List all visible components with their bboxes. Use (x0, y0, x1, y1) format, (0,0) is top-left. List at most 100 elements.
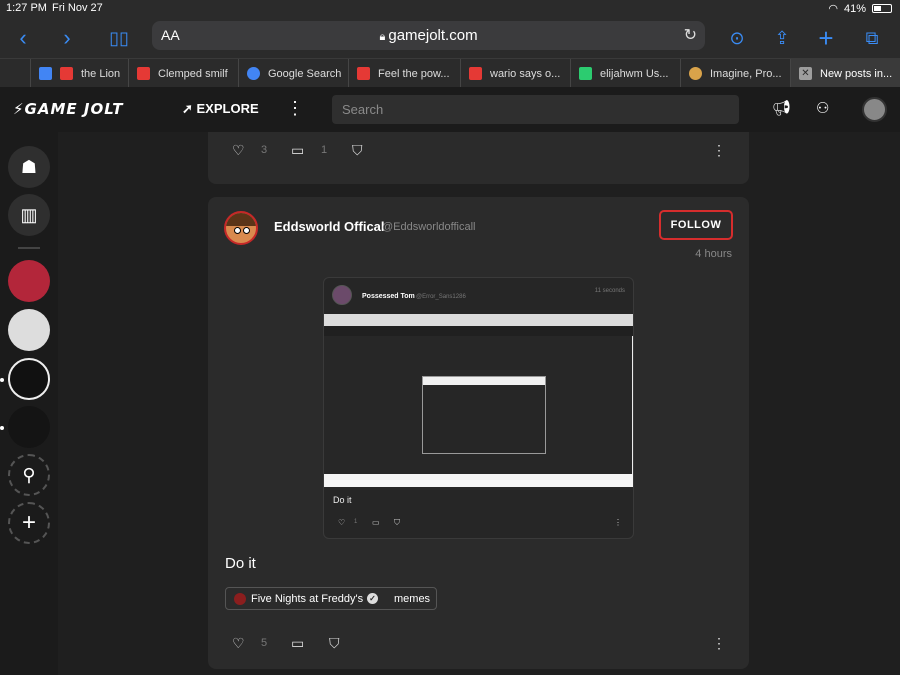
post-card: ♡ 3 ▭ 1 ⛉ ⋮ (208, 132, 749, 184)
author-name[interactable]: Eddsworld Offical (274, 219, 385, 234)
author-handle[interactable]: @Eddsworldofficall (382, 221, 476, 233)
youtube-icon (357, 67, 370, 80)
tab[interactable]: the Lion (30, 59, 128, 88)
sticker-icon[interactable]: ⛉ (329, 635, 340, 652)
status-bar: 1:27 PM Fri Nov 27 ◠ 41% (0, 0, 900, 18)
tag-channel: memes (394, 593, 431, 605)
tab[interactable]: Clemped smilf (128, 59, 238, 88)
tab-bar: the Lion Clemped smilf Google Search Fee… (0, 58, 900, 88)
tab-label: Feel the pow... (378, 67, 450, 80)
embedded-post[interactable]: Possessed Tom @Error_Sans1286 11 seconds… (323, 277, 634, 539)
post-actions: ♡ 5 ▭ ⛉ ⋮ (208, 635, 749, 665)
status-date: Fri Nov 27 (52, 2, 103, 14)
comment-icon: ▭ (372, 518, 380, 527)
post-card: Eddsworld Offical @Eddsworldofficall FOL… (208, 197, 749, 669)
new-tab-icon[interactable]: + (811, 23, 841, 53)
heart-icon[interactable]: ♡ (232, 142, 245, 159)
embed-like-count: 1 (354, 519, 358, 525)
unread-dot (0, 426, 4, 430)
embed-author-handle: @Error_Sans1286 (416, 294, 466, 300)
tab[interactable]: Imagine, Pro... (680, 59, 790, 88)
sticker-icon: ⛉ (394, 518, 400, 527)
like-count: 3 (261, 144, 268, 156)
rail-divider (18, 247, 40, 249)
wifi-icon: ◠ (828, 3, 838, 15)
megaphone-icon[interactable]: 📢︎ (772, 99, 791, 117)
sticker-icon[interactable]: ⛉ (352, 142, 363, 159)
share-icon[interactable]: ⇪ (767, 23, 797, 53)
embed-text: Do it (333, 495, 352, 505)
fnaf-icon (234, 593, 246, 605)
embed-author-name: Possessed Tom (362, 293, 415, 300)
youtube-icon (469, 67, 482, 80)
gamejolt-icon (579, 67, 592, 80)
download-icon[interactable]: ⊙ (722, 23, 752, 53)
tab-label: the Lion (81, 67, 121, 80)
address-bar[interactable]: AA 🔒︎ gamejolt.com ↻ (152, 21, 705, 50)
left-rail: ☗ ▥ ⚲ + (0, 132, 58, 675)
tab-label: Clemped smilf (158, 67, 228, 80)
battery-percent: 41% (843, 2, 866, 15)
favicon-icon (39, 67, 52, 80)
youtube-icon (137, 67, 150, 80)
comment-icon[interactable]: ▭ (291, 635, 304, 652)
heart-icon: ♡ (338, 518, 346, 527)
close-tab-icon[interactable]: ✕ (799, 67, 812, 80)
more-menu-icon[interactable]: ⋮ (286, 98, 304, 119)
status-time: 1:27 PM (6, 2, 47, 14)
youtube-icon (60, 67, 73, 80)
tabs-overview-icon[interactable]: ⧉ (857, 23, 887, 53)
explore-link[interactable]: ➚ EXPLORE (182, 101, 259, 117)
tab[interactable]: elijahwm Us... (570, 59, 680, 88)
more-options-icon[interactable]: ⋮ (712, 142, 726, 159)
compass-icon: ➚ (182, 101, 197, 116)
back-icon[interactable]: ‹ (8, 23, 38, 53)
feed: ♡ 3 ▭ 1 ⛉ ⋮ Eddsworld Offical @Eddsworld… (58, 132, 900, 675)
heart-icon[interactable]: ♡ (232, 635, 245, 652)
post-text: Do it (225, 555, 256, 572)
community-mouse[interactable] (8, 358, 50, 400)
friends-icon[interactable]: ⚇ (816, 99, 829, 117)
forward-icon[interactable]: › (52, 23, 82, 53)
more-options-icon: ⋮ (614, 518, 622, 527)
unread-dot (0, 378, 4, 382)
tab[interactable]: wario says o... (460, 59, 570, 88)
follow-button[interactable]: FOLLOW (659, 210, 733, 240)
user-avatar[interactable] (862, 97, 887, 122)
reload-icon[interactable]: ↻ (684, 25, 697, 45)
url-host: gamejolt.com (388, 27, 478, 44)
verified-icon: ✓ (367, 593, 378, 604)
embed-author-avatar (332, 285, 352, 305)
library-icon[interactable]: ▥ (8, 194, 50, 236)
embed-actions: ♡ 1 ▭ ⛉ ⋮ (324, 518, 633, 532)
like-count: 5 (261, 637, 268, 649)
tab[interactable]: Feel the pow... (348, 59, 460, 88)
comment-icon[interactable]: ▭ (291, 142, 304, 159)
site-header: ⚡GAME JOLT ➚ EXPLORE ⋮ Search 📢︎ ⚇ (0, 87, 900, 132)
embed-time: 11 seconds (594, 288, 625, 294)
author-avatar[interactable] (224, 211, 258, 245)
tab-label: wario says o... (490, 67, 561, 80)
tab-active[interactable]: ✕ New posts in... (790, 59, 900, 88)
logo-text: GAME JOLT (24, 100, 124, 118)
search-input[interactable]: Search (332, 95, 739, 124)
favicon-icon (689, 67, 702, 80)
bookmarks-icon[interactable]: ▯▯ (104, 23, 134, 53)
browser-toolbar: ‹ › ▯▯ AA 🔒︎ gamejolt.com ↻ ⊙ ⇪ + ⧉ (0, 18, 900, 58)
community-qr[interactable] (8, 309, 50, 351)
add-community-icon[interactable]: + (8, 502, 50, 544)
tab[interactable]: Google Search (238, 59, 348, 88)
home-icon[interactable]: ☗ (8, 146, 50, 188)
search-icon[interactable]: ⚲ (8, 454, 50, 496)
post-actions: ♡ 3 ▭ 1 ⛉ ⋮ (208, 142, 749, 172)
community-fnaf[interactable] (8, 260, 50, 302)
community-tag[interactable]: Five Nights at Freddy's ✓ memes (225, 587, 437, 610)
gamejolt-logo[interactable]: ⚡GAME JOLT (13, 100, 124, 118)
more-options-icon[interactable]: ⋮ (712, 635, 726, 652)
screenshot-image (324, 314, 633, 487)
community-dark[interactable] (8, 406, 50, 448)
tag-game: Five Nights at Freddy's (251, 593, 364, 605)
comment-count: 1 (321, 144, 328, 156)
google-icon (247, 67, 260, 80)
post-time: 4 hours (695, 248, 732, 260)
